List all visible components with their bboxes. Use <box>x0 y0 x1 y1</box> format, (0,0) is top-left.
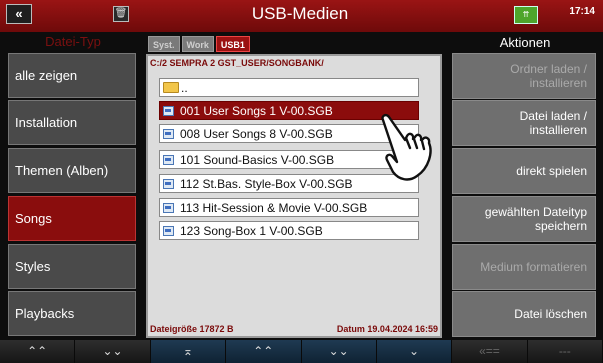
page-title: USB-Medien <box>251 4 349 23</box>
file-date-label: Datum 19.04.2024 16:59 <box>336 324 438 334</box>
tab-work[interactable]: Work <box>181 36 214 52</box>
file-item[interactable]: 123 Song-Box 1 V-00.SGB <box>159 221 419 240</box>
clock: 17:14 <box>569 6 595 17</box>
filter-albums-button[interactable]: Themen (Alben) <box>8 148 136 193</box>
song-file-icon <box>163 202 175 213</box>
song-file-icon <box>163 105 175 116</box>
file-type-heading: Datei-Typ <box>45 34 101 49</box>
file-label: 113 Hit-Session & Movie V-00.SGB <box>180 200 368 215</box>
source-tabs: Syst. Work USB1 <box>148 36 252 52</box>
filter-playbacks-button[interactable]: Playbacks <box>8 291 136 336</box>
tab-usb1[interactable]: USB1 <box>215 36 250 52</box>
pointing-hand-icon <box>381 113 432 181</box>
filter-all-button[interactable]: alle zeigen <box>8 53 136 98</box>
usb-status-icon: ⇈ <box>514 6 538 24</box>
load-folder-line1: Ordner laden / <box>510 62 587 76</box>
left-page-down-button[interactable]: ⌄⌄ <box>75 340 151 363</box>
list-page-down-button[interactable]: ⌄⌄ <box>301 340 377 363</box>
placeholder-button: --- <box>527 340 603 363</box>
delete-file-button[interactable]: Datei löschen <box>452 291 596 337</box>
load-file-line2: installieren <box>529 123 587 137</box>
file-label: 101 Sound-Basics V-00.SGB <box>180 152 335 167</box>
bottom-nav-bar: ⌃⌃ ⌄⌄ ⌅ ⌃⌃ ⌄⌄ ⌄ «== --- <box>0 340 603 363</box>
file-browser: C:/2 SEMPRA 2 GST_USER/SONGBANK/ .. 001 … <box>146 54 442 338</box>
file-item[interactable]: 113 Hit-Session & Movie V-00.SGB <box>159 198 419 217</box>
play-direct-label: direkt spielen <box>516 164 587 178</box>
save-filetype-line2: speichern <box>534 219 587 233</box>
filter-songs-button[interactable]: Songs <box>8 196 136 241</box>
tab-system[interactable]: Syst. <box>148 36 180 52</box>
current-path: C:/2 SEMPRA 2 GST_USER/SONGBANK/ <box>150 58 324 68</box>
trash-icon[interactable]: 🗑 <box>113 6 129 22</box>
filter-styles-button[interactable]: Styles <box>8 244 136 289</box>
format-medium-button[interactable]: Medium formatieren <box>452 244 596 290</box>
list-page-up-button[interactable]: ⌃⌃ <box>226 340 302 363</box>
file-label: 112 St.Bas. Style-Box V-00.SGB <box>180 176 353 191</box>
file-size-label: Dateigröße 17872 B <box>150 324 234 334</box>
song-file-icon <box>163 178 175 189</box>
parent-folder-label: .. <box>181 80 188 95</box>
status-line: Dateigröße 17872 B Datum 19.04.2024 16:5… <box>150 324 438 334</box>
song-file-icon <box>163 225 175 236</box>
play-direct-button[interactable]: direkt spielen <box>452 148 596 194</box>
back-arrow-button[interactable]: «== <box>452 340 528 363</box>
parent-folder-item[interactable]: .. <box>159 78 419 97</box>
file-label: 008 User Songs 8 V-00.SGB <box>180 126 333 141</box>
file-label: 001 User Songs 1 V-00.SGB <box>180 103 333 118</box>
delete-file-label: Datei löschen <box>514 307 587 321</box>
format-medium-label: Medium formatieren <box>480 260 587 274</box>
load-file-line1: Datei laden / <box>519 109 587 123</box>
folder-icon <box>163 82 179 93</box>
back-button[interactable]: « <box>6 4 32 24</box>
song-file-icon <box>163 154 175 165</box>
save-filetype-line1: gewählten Dateityp <box>484 205 587 219</box>
filter-installation-button[interactable]: Installation <box>8 100 136 145</box>
list-down-button[interactable]: ⌄ <box>376 340 453 363</box>
top-bar: « 🗑 USB-Medien ⇈ 17:14 <box>0 0 603 32</box>
actions-heading: Aktionen <box>499 35 551 50</box>
load-file-button[interactable]: Datei laden / installieren <box>452 100 596 146</box>
load-folder-line2: installieren <box>529 76 587 90</box>
list-top-button[interactable]: ⌅ <box>150 340 227 363</box>
song-file-icon <box>163 128 175 139</box>
file-label: 123 Song-Box 1 V-00.SGB <box>180 223 323 238</box>
left-page-up-button[interactable]: ⌃⌃ <box>0 340 76 363</box>
load-folder-button[interactable]: Ordner laden / installieren <box>452 53 596 99</box>
save-filetype-button[interactable]: gewählten Dateityp speichern <box>452 196 596 242</box>
